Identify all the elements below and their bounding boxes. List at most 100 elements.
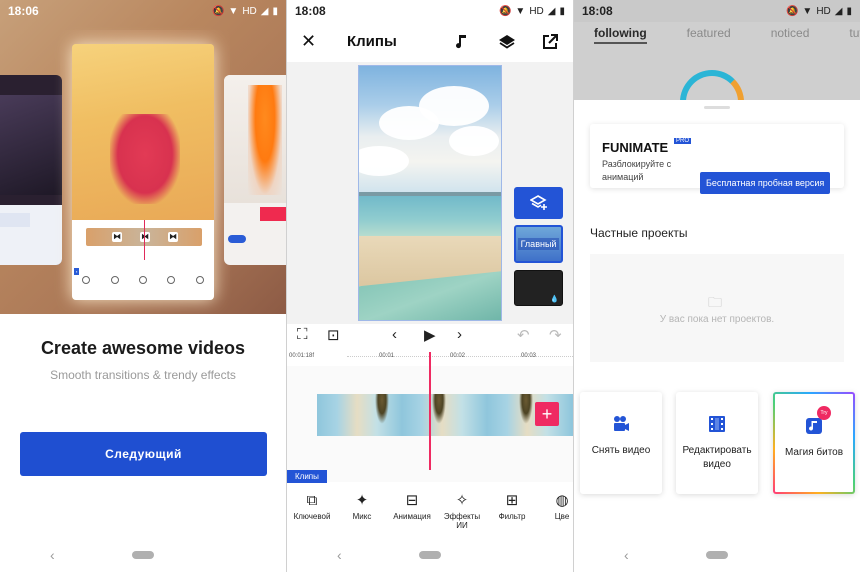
camera-icon (611, 414, 631, 434)
battery-icon: ▮ (272, 5, 278, 17)
palette-icon: ◍ (555, 492, 569, 509)
home-pill[interactable] (706, 551, 728, 559)
add-marker-icon[interactable]: ⊡ (327, 326, 340, 344)
signal-icon: ◢ (834, 5, 843, 17)
status-time: 18:06 (8, 4, 39, 18)
create-sheet: FUNIMATE PRO Разблокируйте с анимаций Бе… (574, 100, 860, 572)
tool-mix[interactable]: ✦ Микс (337, 484, 387, 532)
mute-icon: 🔕 (498, 5, 512, 17)
add-layer-button[interactable] (514, 187, 563, 219)
home-pill[interactable] (132, 551, 154, 559)
back-icon[interactable]: ‹ (624, 547, 629, 563)
tool-color[interactable]: ◍ Цве (537, 484, 573, 532)
magic-wand-icon: ✦ (355, 492, 369, 509)
status-icons: 🔕 ▼ HD ◢ ▮ (212, 6, 278, 17)
tool-label: Цве (554, 512, 570, 521)
network-label: HD (242, 5, 257, 17)
status-bar: 18:06 🔕 ▼ HD ◢ ▮ (0, 0, 286, 22)
fullscreen-icon[interactable]: ⛶ (297, 326, 308, 343)
transition-icon: ⧓ (112, 232, 122, 242)
projects-empty-state: 🗀 У вас пока нет проектов. (590, 254, 844, 362)
hero-collage: ⧓ ⧓ ⧓ ▪ (0, 0, 286, 314)
animation-icon: ⊟ (405, 492, 419, 509)
preview-card-main-figure (110, 114, 180, 204)
next-button[interactable]: Следующий (20, 432, 267, 476)
tab-featured[interactable]: featured (687, 22, 731, 44)
clips-track-tag: Клипы (287, 470, 327, 483)
clip-frame-palm (519, 394, 533, 424)
ai-effects-icon: ✧ (455, 492, 469, 509)
transition-icon: ⧓ (140, 232, 150, 242)
status-bar: 18:08 🔕 ▼ HD ◢ ▮ (287, 0, 573, 22)
tool-label: Анимация (393, 512, 431, 521)
pro-badge: PRO (674, 138, 692, 144)
edit-video-button[interactable]: Редактировать видео (676, 392, 758, 494)
preview-cloud (449, 126, 499, 156)
back-icon[interactable]: ‹ (50, 547, 55, 563)
home-pill[interactable] (419, 551, 441, 559)
folder-icon: 🗀 (708, 294, 722, 310)
preview-card-right-bar (260, 207, 286, 221)
layers-icon[interactable] (497, 32, 517, 52)
play-icon[interactable]: ▶ (424, 326, 436, 344)
music-icon[interactable] (453, 32, 473, 52)
free-trial-button[interactable]: Бесплатная пробная версия (700, 172, 831, 194)
tool-label: Эффекты ИИ (443, 512, 481, 530)
signal-icon: ◢ (547, 5, 556, 17)
battery-icon: ▮ (559, 5, 565, 17)
clip-frame-palm (432, 394, 446, 424)
tool-keyframe[interactable]: ⧉ Ключевой (287, 484, 337, 532)
close-icon[interactable]: ✕ (301, 31, 316, 52)
preview-card-clip-tag: ▪ (74, 268, 80, 275)
preview-card-tools (72, 276, 214, 286)
preview-cloud (419, 86, 489, 126)
private-projects-title: Частные проекты (590, 226, 688, 240)
droplet-icon: 💧 (550, 296, 559, 303)
wifi-icon: ▼ (515, 5, 526, 17)
status-icons: 🔕 ▼ HD ◢ ▮ (786, 6, 852, 17)
redo-icon[interactable]: ↷ (549, 326, 562, 344)
editor-title: Клипы (347, 33, 397, 50)
preview-tool (110, 276, 119, 286)
export-icon[interactable] (540, 32, 560, 52)
tool-ai-effects[interactable]: ✧ Эффекты ИИ (437, 484, 487, 532)
mute-icon: 🔕 (211, 5, 225, 17)
home-screen: 18:08 🔕 ▼ HD ◢ ▮ following featured noti… (574, 0, 860, 572)
main-track-thumb[interactable]: Главный (514, 225, 563, 263)
record-video-button[interactable]: Снять видео (580, 392, 662, 494)
tool-filter[interactable]: ⊞ Фильтр (487, 484, 537, 532)
tab-noticed[interactable]: noticed (771, 22, 810, 44)
wifi-icon: ▼ (802, 5, 813, 17)
next-frame-icon[interactable]: › (457, 326, 462, 343)
undo-icon[interactable]: ↶ (517, 326, 530, 344)
signal-icon: ◢ (260, 5, 269, 17)
sheet-handle[interactable] (704, 106, 730, 109)
background-button[interactable]: 💧 (514, 270, 563, 306)
preview-card-right-person (248, 85, 282, 195)
status-icons: 🔕 ▼ HD ◢ ▮ (499, 6, 565, 17)
prev-frame-icon[interactable]: ‹ (392, 326, 397, 343)
status-bar: 18:08 🔕 ▼ HD ◢ ▮ (574, 0, 860, 22)
network-label: HD (529, 5, 544, 17)
beat-magic-button[interactable]: Try Магия битов (773, 392, 855, 494)
clip-frame-palm (375, 394, 389, 424)
preview-sea (359, 194, 501, 236)
preview-card-right (224, 75, 286, 265)
onboarding-title: Create awesome videos (40, 338, 246, 358)
tool-label: Ключевой (293, 512, 331, 521)
system-nav-bar: ‹ (574, 538, 860, 572)
editor-screen: 18:08 🔕 ▼ HD ◢ ▮ ✕ Клипы Главный 💧 ⛶ ⊡ ‹… (287, 0, 573, 572)
tab-following[interactable]: following (594, 22, 647, 44)
tab-tutorials[interactable]: tuto (849, 22, 860, 44)
editor-top-bar: ✕ Клипы (287, 22, 573, 62)
add-clip-button[interactable]: + (535, 402, 559, 426)
try-badge: Try (817, 406, 831, 420)
onboarding-subtitle: Smooth transitions & trendy effects (50, 368, 236, 382)
mute-icon: 🔕 (785, 5, 799, 17)
back-icon[interactable]: ‹ (337, 547, 342, 563)
preview-tool (195, 276, 204, 286)
filter-icon: ⊞ (505, 492, 519, 509)
tool-animation[interactable]: ⊟ Анимация (387, 484, 437, 532)
timeline-playhead[interactable] (429, 352, 431, 470)
video-preview[interactable] (358, 65, 502, 321)
